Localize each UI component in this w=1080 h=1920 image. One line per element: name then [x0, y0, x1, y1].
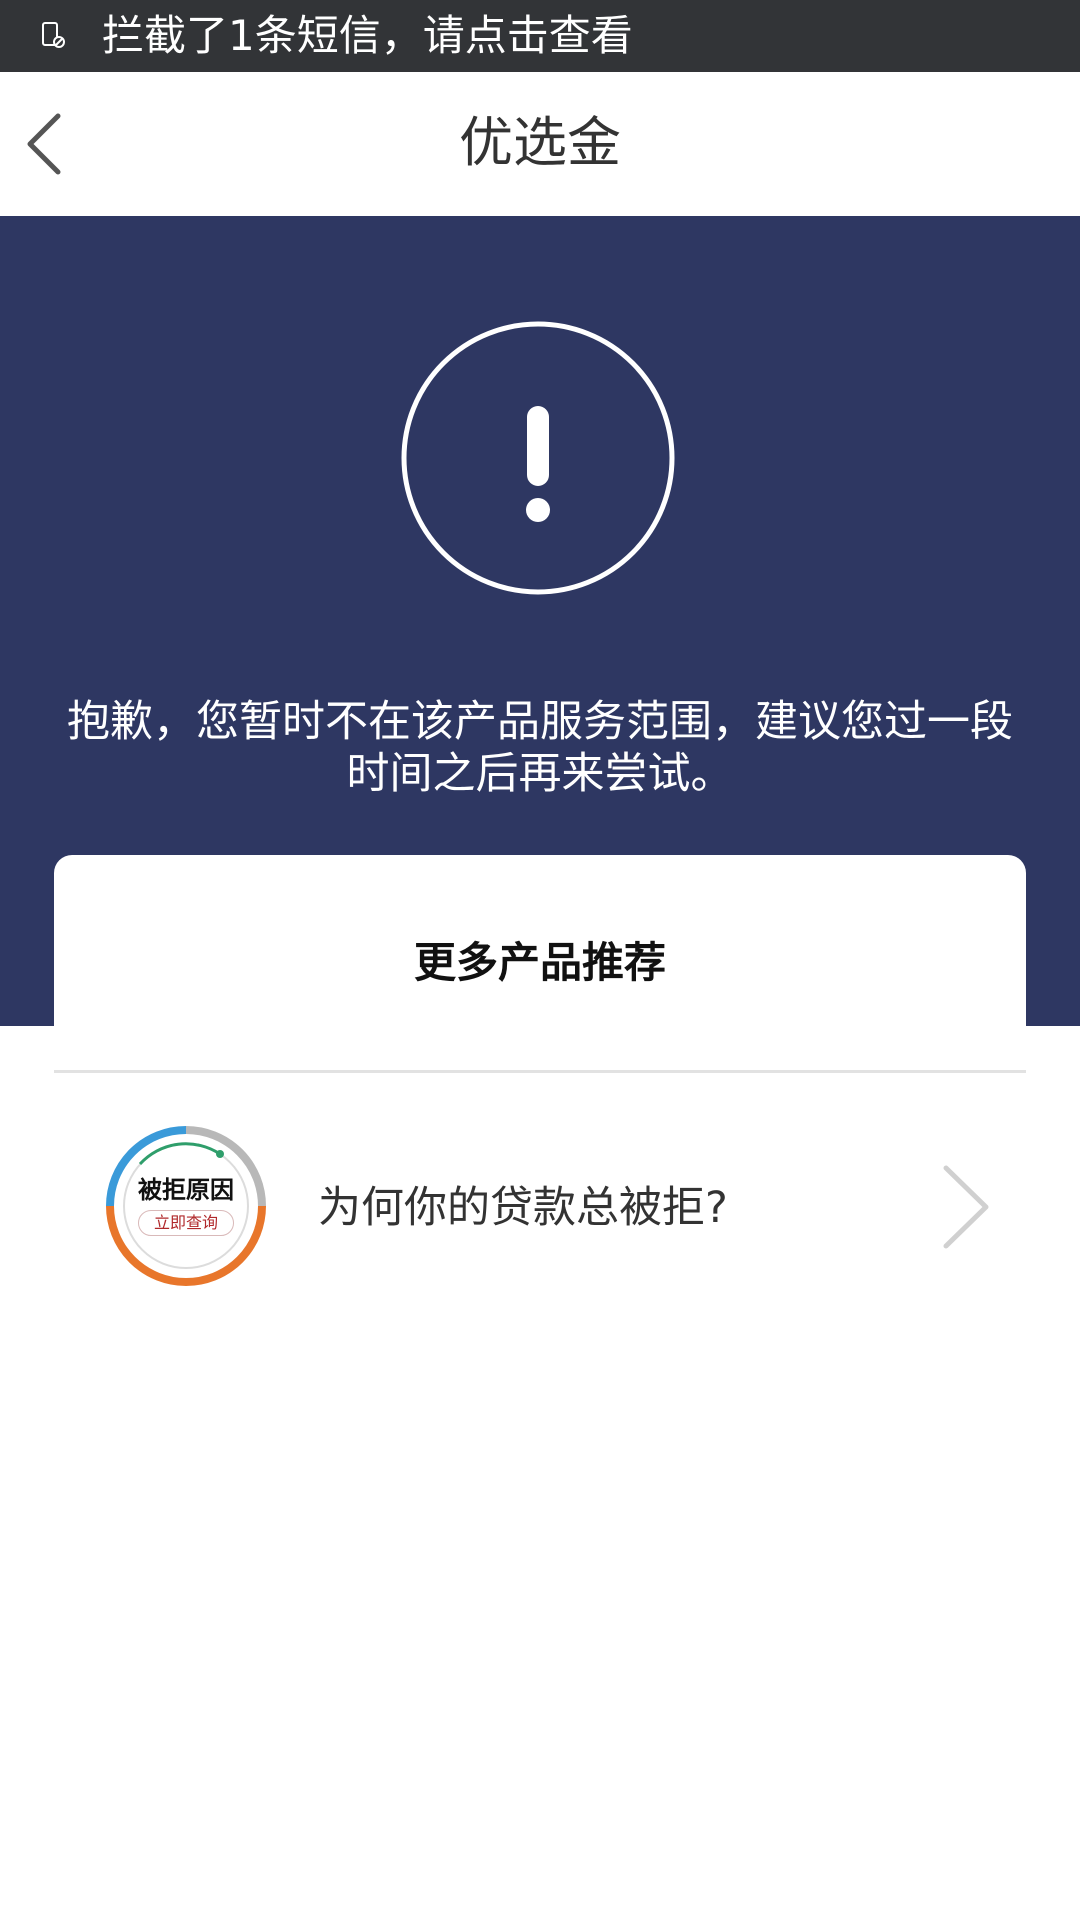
- recommendations-title: 更多产品推荐: [413, 938, 666, 987]
- title-bar: 优选金: [0, 72, 1080, 216]
- badge-title: 被拒原因: [138, 1176, 234, 1204]
- product-item-loan-rejection[interactable]: 被拒原因 立即查询 为何你的贷款总被拒?: [54, 1090, 1026, 1320]
- notification-bar[interactable]: 拦截了1条短信，请点击查看: [0, 0, 1080, 72]
- app-screen: 拦截了1条短信，请点击查看 优选金 抱歉，您暂时不在该产品服务范围，建议您过一段…: [0, 0, 1080, 1920]
- page-title: 优选金: [459, 111, 621, 174]
- recommendations-card: 更多产品推荐: [54, 855, 1026, 1075]
- product-label: 为何你的贷款总被拒?: [318, 1183, 728, 1233]
- blocked-sms-icon: [42, 22, 65, 48]
- exclamation-circle-icon: [401, 321, 675, 595]
- error-message: 抱歉，您暂时不在该产品服务范围，建议您过一段时间之后再来尝试。: [67, 697, 1013, 799]
- badge-ring-icon: [106, 1126, 266, 1286]
- chevron-right-icon: [943, 1165, 989, 1249]
- badge-subtitle: 立即查询: [138, 1210, 234, 1236]
- divider: [54, 1070, 1026, 1073]
- notification-text: 拦截了1条短信，请点击查看: [102, 11, 633, 60]
- rejection-reason-badge: 被拒原因 立即查询: [104, 1124, 268, 1288]
